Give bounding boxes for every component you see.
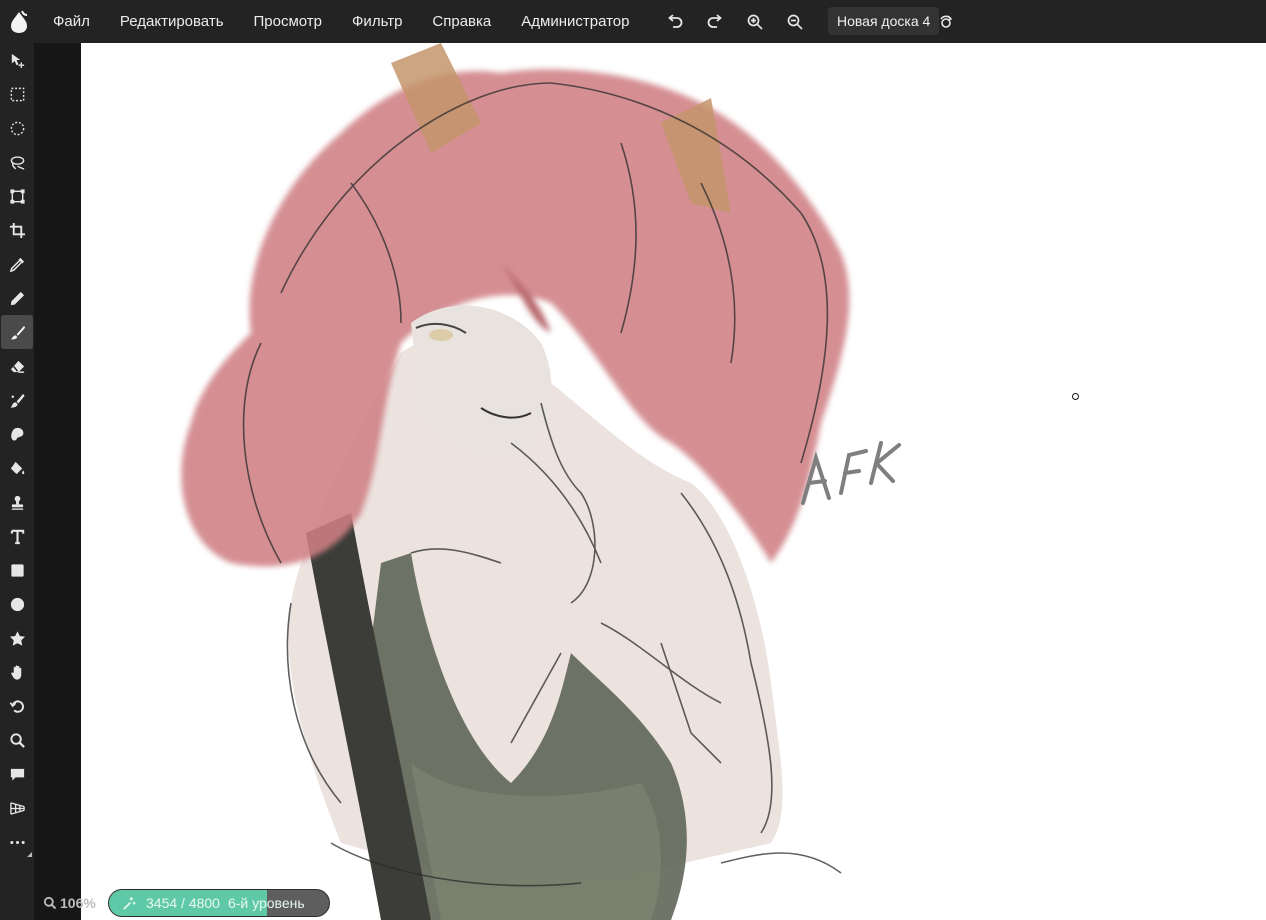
menu-edit[interactable]: Редактировать xyxy=(105,0,239,43)
pencil-icon xyxy=(10,291,24,305)
zoom-indicator-icon xyxy=(43,896,57,910)
mixer-brush-icon xyxy=(9,393,25,408)
menu-view[interactable]: Просмотр xyxy=(239,0,338,43)
more-icon xyxy=(9,840,25,844)
tool-zoom[interactable] xyxy=(0,723,34,757)
zoom-in-icon xyxy=(747,14,763,30)
tool-stamp[interactable] xyxy=(0,485,34,519)
tool-eyedropper[interactable] xyxy=(0,247,34,281)
smudge-icon xyxy=(10,427,23,440)
tool-lasso[interactable] xyxy=(0,145,34,179)
move-icon xyxy=(11,53,24,68)
drawing-canvas[interactable] xyxy=(81,43,1266,920)
perspective-icon xyxy=(9,801,25,815)
logo-icon xyxy=(11,10,28,33)
canvas-gutter xyxy=(34,43,81,920)
comment-icon xyxy=(10,768,24,781)
crop-icon xyxy=(9,222,25,238)
brush-cursor xyxy=(1072,393,1079,400)
tool-smudge[interactable] xyxy=(0,417,34,451)
tool-text[interactable] xyxy=(0,519,34,553)
tool-shape[interactable] xyxy=(0,621,34,655)
tool-perspective[interactable] xyxy=(0,791,34,825)
community-icon xyxy=(940,15,953,28)
tool-pencil[interactable] xyxy=(0,281,34,315)
undo-icon xyxy=(667,13,682,28)
sparkle-icon xyxy=(123,896,136,910)
redo-button[interactable] xyxy=(695,0,735,43)
zoom-in-button[interactable] xyxy=(735,0,775,43)
xp-counter: 3454 / 4800 xyxy=(146,895,220,911)
tool-rect-select[interactable] xyxy=(0,77,34,111)
brush-icon xyxy=(10,325,25,339)
tool-rectangle[interactable] xyxy=(0,553,34,587)
tool-ellipse-select[interactable] xyxy=(0,111,34,145)
transform-icon xyxy=(9,188,25,204)
text-icon xyxy=(10,529,24,544)
signature xyxy=(801,441,901,505)
tools-panel xyxy=(0,43,34,920)
tool-transform[interactable] xyxy=(0,179,34,213)
ellipse-icon xyxy=(10,597,24,611)
tool-brush[interactable] xyxy=(1,315,33,349)
artwork xyxy=(181,43,901,920)
tool-mixer-brush[interactable] xyxy=(0,383,34,417)
rect-select-icon xyxy=(10,87,24,101)
menu-filter[interactable]: Фильтр xyxy=(337,0,417,43)
tool-rotate[interactable] xyxy=(0,689,34,723)
zoom-out-icon xyxy=(787,14,803,30)
menu-admin[interactable]: Администратор xyxy=(506,0,644,43)
eyedropper-icon xyxy=(9,257,24,272)
rotate-icon xyxy=(9,699,24,713)
undo-button[interactable] xyxy=(655,0,695,43)
menu-file[interactable]: Файл xyxy=(38,0,105,43)
rectangle-icon xyxy=(10,563,24,577)
tool-ellipse[interactable] xyxy=(0,587,34,621)
main-menu: Файл Редактировать Просмотр Фильтр Справ… xyxy=(38,0,645,43)
ellipse-select-icon xyxy=(10,121,24,135)
app-logo[interactable] xyxy=(0,0,38,43)
tool-crop[interactable] xyxy=(0,213,34,247)
eraser-icon xyxy=(10,360,24,373)
xp-level: 6-й уровень xyxy=(227,895,305,911)
bucket-icon xyxy=(10,461,24,474)
tool-bucket[interactable] xyxy=(0,451,34,485)
top-bar: Файл Редактировать Просмотр Фильтр Справ… xyxy=(0,0,1266,43)
menu-help[interactable]: Справка xyxy=(417,0,506,43)
zoom-level: 106% xyxy=(60,895,96,911)
stamp-icon xyxy=(11,495,23,510)
zoom-indicator[interactable]: 106% xyxy=(43,894,96,912)
tool-eraser[interactable] xyxy=(0,349,34,383)
zoom-out-button[interactable] xyxy=(775,0,815,43)
top-actions xyxy=(655,0,855,43)
xp-progress-content: 3454 / 4800 6-й уровень xyxy=(109,890,313,916)
tool-hand[interactable] xyxy=(0,655,34,689)
board-name[interactable]: Новая доска 4 xyxy=(828,7,940,35)
expand-corner xyxy=(27,852,32,857)
tool-move[interactable] xyxy=(0,43,34,77)
hand-icon xyxy=(10,664,21,680)
shape-icon xyxy=(9,630,25,646)
zoom-icon xyxy=(9,732,25,748)
lasso-icon xyxy=(10,155,24,170)
tool-more[interactable] xyxy=(0,825,34,859)
community-button[interactable] xyxy=(935,0,957,43)
tool-comment[interactable] xyxy=(0,757,34,791)
xp-progress[interactable]: 3454 / 4800 6-й уровень xyxy=(108,889,330,917)
redo-icon xyxy=(707,13,722,28)
